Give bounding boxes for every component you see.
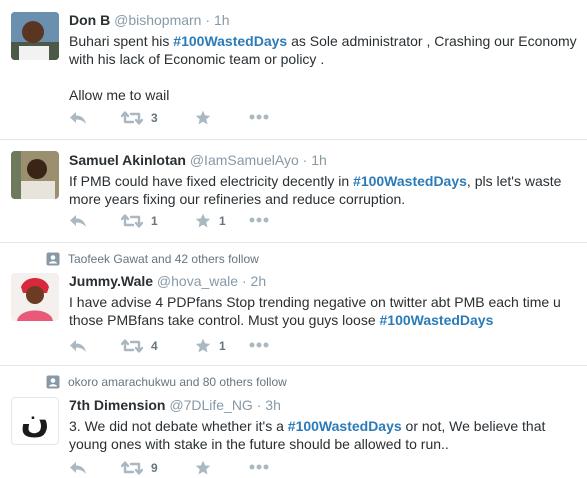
person-follow-icon <box>46 252 60 266</box>
tweet-time[interactable]: 3h <box>265 397 281 413</box>
tweet-1[interactable]: Don B @bishopmarn · 1h Buhari spent his … <box>0 0 587 140</box>
more-icon <box>249 217 269 223</box>
retweet-count: 1 <box>151 214 158 228</box>
author-name[interactable]: 7th Dimension <box>69 397 165 413</box>
hashtag-link[interactable]: #100WastedDays <box>353 173 467 189</box>
tweet-header: Samuel Akinlotan @IamSamuelAyo · 1h <box>69 151 579 169</box>
tweet-body: Samuel Akinlotan @IamSamuelAyo · 1h If P… <box>69 151 579 208</box>
separator: · <box>205 12 211 28</box>
reply-button[interactable] <box>69 338 87 354</box>
retweet-icon <box>121 111 143 125</box>
tweet-text: If PMB could have fixed electricity dece… <box>69 172 579 208</box>
author-handle[interactable]: @bishopmarn <box>114 12 201 28</box>
retweet-button[interactable]: 4 <box>121 338 158 354</box>
person-follow-icon <box>46 375 60 389</box>
like-icon <box>195 213 211 228</box>
hashtag-link[interactable]: #100WastedDays <box>173 33 287 49</box>
like-button[interactable]: 1 <box>195 338 226 354</box>
hashtag-link[interactable]: #100WastedDays <box>380 312 494 328</box>
like-icon <box>195 460 211 475</box>
author-handle[interactable]: @7DLife_NG <box>169 397 252 413</box>
retweet-button[interactable]: 3 <box>121 110 158 126</box>
tweet-header: 7th Dimension @7DLife_NG · 3h <box>69 396 579 414</box>
separator: · <box>256 397 262 413</box>
tweet-body: Jummy.Wale @hova_wale · 2h I have advise… <box>69 272 579 329</box>
tweet-time[interactable]: 1h <box>311 152 327 168</box>
reply-button[interactable] <box>69 460 87 476</box>
tweet-header: Jummy.Wale @hova_wale · 2h <box>69 272 579 290</box>
like-count: 1 <box>219 214 226 228</box>
tweet-time[interactable]: 1h <box>214 12 230 28</box>
retweet-icon <box>121 339 143 353</box>
tweet-text: I have advise 4 PDPfans Stop trending ne… <box>69 293 579 329</box>
avatar[interactable] <box>11 151 59 199</box>
tweet-2[interactable]: Samuel Akinlotan @IamSamuelAyo · 1h If P… <box>0 141 587 243</box>
author-name[interactable]: Don B <box>69 12 110 28</box>
avatar-image <box>11 151 59 199</box>
more-icon <box>249 114 269 120</box>
reply-icon <box>70 215 86 227</box>
like-icon <box>195 110 211 125</box>
author-handle[interactable]: @IamSamuelAyo <box>190 152 299 168</box>
tweet-3[interactable]: Taofeek Gawat and 42 others follow Jummy… <box>0 244 587 366</box>
tweet-header: Don B @bishopmarn · 1h <box>69 11 579 29</box>
retweet-count: 4 <box>151 339 158 353</box>
author-handle[interactable]: @hova_wale <box>157 273 238 289</box>
avatar[interactable] <box>11 273 59 321</box>
author-name[interactable]: Samuel Akinlotan <box>69 152 186 168</box>
tweet-time[interactable]: 2h <box>251 273 267 289</box>
text-line: Allow me to wail <box>69 87 170 103</box>
like-button[interactable]: 1 <box>195 213 226 229</box>
retweet-icon <box>121 461 143 475</box>
reply-button[interactable] <box>69 110 87 126</box>
more-icon <box>249 464 269 470</box>
tweet-body: Don B @bishopmarn · 1h Buhari spent his … <box>69 11 579 104</box>
like-count: 1 <box>219 339 226 353</box>
social-context-text[interactable]: Taofeek Gawat and 42 others follow <box>68 252 259 266</box>
retweet-button[interactable]: 1 <box>121 213 158 229</box>
hashtag-link[interactable]: #100WastedDays <box>288 418 402 434</box>
avatar[interactable]: ن <box>11 397 59 445</box>
social-context: Taofeek Gawat and 42 others follow <box>46 252 259 266</box>
separator: · <box>241 273 247 289</box>
avatar-image <box>11 273 59 321</box>
tweet-4[interactable]: okoro amarachukwu and 80 others follow ن… <box>0 367 587 478</box>
more-button[interactable] <box>249 341 269 349</box>
author-name[interactable]: Jummy.Wale <box>69 273 153 289</box>
text-segment: 3. We did not debate whether it's a <box>69 418 288 434</box>
social-context: okoro amarachukwu and 80 others follow <box>46 375 287 389</box>
avatar-image <box>11 12 59 60</box>
tweet-text: 3. We did not debate whether it's a #100… <box>69 417 579 453</box>
text-segment: Buhari spent his <box>69 33 174 49</box>
tweet-text: Buhari spent his #100WastedDays as Sole … <box>69 32 579 104</box>
avatar[interactable] <box>11 12 59 60</box>
retweet-icon <box>121 214 143 228</box>
text-segment: If PMB could have fixed electricity dece… <box>69 173 354 189</box>
reply-icon <box>70 340 86 352</box>
more-button[interactable] <box>249 216 269 224</box>
tweet-body: 7th Dimension @7DLife_NG · 3h 3. We did … <box>69 396 579 453</box>
timeline-feed: Don B @bishopmarn · 1h Buhari spent his … <box>0 0 587 478</box>
retweet-count: 3 <box>151 111 158 125</box>
separator: · <box>302 152 308 168</box>
avatar-glyph: ن <box>20 401 50 441</box>
reply-icon <box>70 462 86 474</box>
more-button[interactable] <box>249 463 269 471</box>
social-context-text[interactable]: okoro amarachukwu and 80 others follow <box>68 375 287 389</box>
like-button[interactable] <box>195 110 219 126</box>
retweet-count: 9 <box>151 461 158 475</box>
like-button[interactable] <box>195 460 219 476</box>
more-icon <box>249 342 269 348</box>
like-icon <box>195 338 211 353</box>
more-button[interactable] <box>249 113 269 121</box>
reply-button[interactable] <box>69 213 87 229</box>
reply-icon <box>70 112 86 124</box>
retweet-button[interactable]: 9 <box>121 460 158 476</box>
